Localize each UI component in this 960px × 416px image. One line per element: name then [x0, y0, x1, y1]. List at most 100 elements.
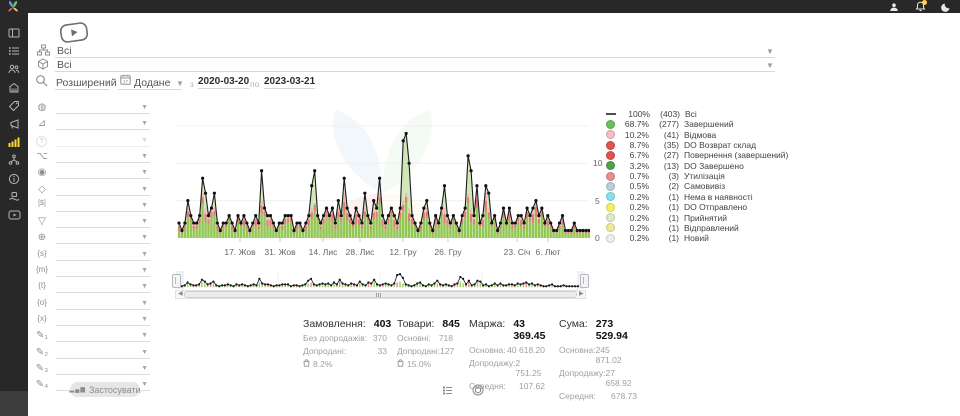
legend-count: (13)	[649, 161, 679, 171]
legend-pct: 0.2%	[619, 233, 649, 243]
legend-item[interactable]: 100%(403)Всі	[606, 109, 796, 119]
legend-item[interactable]: 0.2%(1)Прийнятий	[606, 213, 796, 223]
pencil-2-icon: ✎₂	[34, 347, 50, 358]
avatar-icon[interactable]	[888, 1, 900, 12]
orders-chart[interactable]	[175, 99, 590, 260]
date-to-value[interactable]: 2023-03-21	[264, 76, 315, 89]
product-filter-dropdown[interactable]	[55, 57, 775, 72]
panel-filter-var-s[interactable]: {s}▼	[32, 249, 156, 264]
panel-filter-var-o[interactable]: {o}▼	[32, 298, 156, 313]
chevron-down-icon: ▼	[141, 349, 148, 356]
sidebar-item-products[interactable]	[0, 98, 28, 114]
dropdown-underline	[56, 195, 150, 196]
legend-label: Самовивіз	[684, 181, 725, 191]
stat-sub-value: 127	[440, 346, 454, 356]
sidebar-item-integrations[interactable]	[0, 152, 28, 168]
panel-filter-var-t[interactable]: {t}▼	[32, 281, 156, 296]
navigator-right-handle[interactable]	[580, 274, 589, 288]
date-from-value[interactable]: 2020-03-20	[198, 76, 249, 89]
legend-label: Нема в наявності	[684, 192, 753, 202]
legend-line-marker	[606, 113, 616, 115]
legend-pct: 0.7%	[619, 171, 649, 181]
stat-sub-row: Допродажу:27 658.92	[559, 368, 637, 388]
notifications-bell-icon[interactable]	[914, 1, 926, 12]
chevron-down-icon: ▼	[176, 79, 184, 88]
search-mode-dropdown[interactable]	[55, 75, 109, 90]
video-hint-icon[interactable]	[59, 21, 89, 44]
package-view-icon[interactable]	[472, 384, 484, 396]
panel-filter-pencil-1[interactable]: ✎₁▼	[32, 330, 156, 345]
dropdown-underline	[56, 211, 150, 212]
dropdown-underline	[56, 276, 150, 277]
legend-label: Відправлений	[684, 223, 739, 233]
sidebar-item-store[interactable]	[0, 80, 28, 96]
apply-button[interactable]: ▂▄▆ Застосувати	[70, 382, 140, 397]
legend-item[interactable]: 0.2%(1)Новий	[606, 233, 796, 243]
panel-filter-pencil-3[interactable]: ✎₃▼	[32, 363, 156, 378]
dropdown-underline	[56, 358, 150, 359]
legend-dot-marker	[606, 161, 615, 170]
legend-item[interactable]: 0.7%(3)Утилізація	[606, 171, 796, 181]
dropdown-underline	[56, 243, 150, 244]
help-icon: ?	[36, 136, 47, 147]
stat-sub-label: Без допродажів:	[303, 333, 367, 343]
sidebar-item-marketing[interactable]	[0, 116, 28, 132]
panel-filter-banknote[interactable]: [$]▼	[32, 200, 156, 215]
navigator-left-handle[interactable]	[172, 274, 181, 288]
panel-filter-hierarchy[interactable]: ⌥▼	[32, 151, 156, 166]
app-logo[interactable]	[4, 0, 26, 13]
stat-title-value: 403	[374, 318, 392, 330]
panel-filter-globe[interactable]: ◍▼	[32, 102, 156, 117]
legend-item[interactable]: 0.2%(1)Нема в наявності	[606, 192, 796, 202]
sidebar-item-analytics[interactable]	[0, 134, 28, 150]
legend-item[interactable]: 6.7%(27)Повернення (завершений)	[606, 150, 796, 160]
scrollbar-thumb[interactable]	[184, 291, 577, 298]
panel-filter-ramp[interactable]: ⊿▼	[32, 118, 156, 133]
stat-sub-row: Допродані:33	[303, 346, 387, 356]
panel-filter-pencil-2[interactable]: ✎₂ ▼	[32, 347, 156, 362]
source-filter-dropdown[interactable]	[55, 43, 775, 58]
legend-item[interactable]: 68.7%(277)Завершений	[606, 119, 796, 129]
legend-dot-marker	[606, 130, 615, 139]
sidebar-item-videos[interactable]	[0, 207, 28, 223]
legend-label: DO Возврат склад	[684, 140, 756, 150]
legend-label: Новий	[684, 233, 709, 243]
scroll-left-arrow[interactable]: ◀	[178, 291, 183, 298]
scroll-right-arrow[interactable]: ▶	[579, 291, 584, 298]
dark-mode-moon-icon[interactable]	[940, 1, 952, 12]
sidebar-item-info[interactable]	[0, 171, 28, 187]
search-icon[interactable]	[35, 74, 48, 90]
stat-column: Товари:845Основні:718Допродані:12715.0%	[397, 318, 453, 369]
legend-item[interactable]: 8.7%(35)DO Возврат склад	[606, 140, 796, 150]
stat-title-label: Замовлення:	[303, 318, 366, 330]
panel-filter-package[interactable]: ◇▼	[32, 184, 156, 199]
date-field-dropdown[interactable]	[118, 75, 182, 90]
panel-filter-help[interactable]: ?▼	[32, 135, 156, 150]
sidebar-item-customers[interactable]	[0, 61, 28, 77]
var-s-icon: {s}	[34, 249, 50, 258]
legend-item[interactable]: 0.2%(1)Відправлений	[606, 223, 796, 233]
legend-dot-marker	[606, 203, 615, 212]
legend-item[interactable]: 10.2%(41)Відмова	[606, 130, 796, 140]
var-t-icon: {t}	[34, 281, 50, 290]
chevron-down-icon: ▼	[141, 137, 148, 144]
dropdown-underline	[56, 227, 150, 228]
dropdown-underline	[56, 260, 150, 261]
legend-item[interactable]: 0.2%(1)DO Отправлено	[606, 202, 796, 212]
list-view-icon[interactable]	[441, 384, 453, 396]
panel-filter-funnel[interactable]: ▽▼	[32, 216, 156, 231]
sidebar-item-orders[interactable]	[0, 43, 28, 59]
hierarchy-icon: ⌥	[34, 151, 50, 162]
sidebar-footer[interactable]	[0, 391, 28, 416]
panel-filter-var-m[interactable]: {m}▼	[32, 265, 156, 280]
stat-title-label: Маржа:	[469, 318, 505, 342]
panel-filter-var-x[interactable]: {x}▼	[32, 314, 156, 329]
legend-item[interactable]: 0.5%(2)Самовивіз	[606, 181, 796, 191]
chevron-down-icon: ▼	[141, 316, 148, 323]
panel-filter-world[interactable]: ⊕▼	[32, 232, 156, 247]
panel-filter-fingerprint[interactable]: ◉▼	[32, 167, 156, 182]
x-axis-tick: 26. Гру	[423, 247, 473, 257]
sidebar-item-support[interactable]	[0, 189, 28, 205]
sidebar-item-dashboard[interactable]	[0, 25, 28, 41]
legend-item[interactable]: 3.2%(13)DO Завершено	[606, 161, 796, 171]
